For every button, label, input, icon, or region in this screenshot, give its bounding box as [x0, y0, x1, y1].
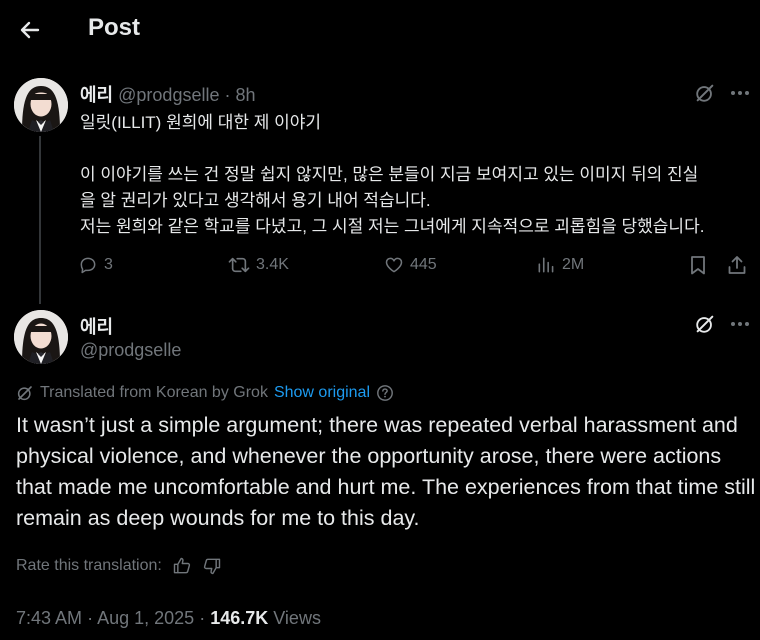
avatar[interactable] — [14, 310, 68, 364]
post-meta: 7:43 AM · Aug 1, 2025 · 146.7K Views — [16, 608, 321, 629]
views-count: 2M — [562, 256, 585, 273]
thread-line — [39, 136, 41, 304]
handle[interactable]: @prodgselle — [118, 85, 219, 105]
repost-button[interactable]: 3.4K — [228, 255, 289, 275]
separator: · — [224, 85, 231, 105]
separator: · — [87, 608, 98, 628]
repost-count: 3.4K — [256, 256, 289, 273]
views-icon — [536, 255, 556, 275]
views-button[interactable]: 2M — [536, 255, 584, 275]
grok-icon[interactable] — [692, 311, 718, 337]
views-label: Views — [273, 608, 321, 628]
grok-icon — [16, 384, 34, 402]
page-title: Post — [88, 14, 141, 41]
tweet-header: 에리 @prodgselle · 8h — [80, 81, 256, 107]
more-icon[interactable] — [727, 311, 753, 337]
tweet-line: 을 알 권리가 있다고 생각해서 용기 내어 적습니다. — [80, 191, 431, 210]
separator: · — [199, 608, 211, 628]
rate-label: Rate this translation: — [16, 557, 162, 574]
rate-translation: Rate this translation: — [16, 556, 222, 576]
share-icon[interactable] — [726, 254, 748, 276]
reply-count: 3 — [104, 256, 113, 273]
show-original-link[interactable]: Show original — [274, 384, 370, 402]
bookmark-icon[interactable] — [688, 254, 708, 276]
like-count: 445 — [410, 256, 437, 273]
timestamp[interactable]: 8h — [236, 85, 256, 105]
tweet-line: 저는 원희와 같은 학교를 다녔고, 그 시절 저는 그녀에게 지속적으로 괴롭… — [80, 217, 705, 236]
thumbs-up-icon[interactable] — [172, 556, 192, 576]
repost-icon — [228, 255, 250, 275]
tweet-text: It wasn’t just a simple argument; there … — [16, 413, 756, 530]
more-icon[interactable] — [727, 80, 753, 106]
info-icon[interactable] — [376, 384, 394, 402]
translation-notice: Translated from Korean by Grok Show orig… — [16, 384, 394, 402]
handle[interactable]: @prodgselle — [80, 340, 181, 361]
reply-button[interactable]: 3 — [78, 255, 113, 275]
like-button[interactable]: 445 — [384, 255, 437, 275]
display-name[interactable]: 에리 — [80, 85, 113, 105]
tweet-line: 일릿(ILLIT) 원희에 대한 제 이야기 — [80, 113, 321, 132]
reply-icon — [78, 255, 98, 275]
tweet-line: 이 이야기를 쓰는 건 정말 쉽지 않지만, 많은 분들이 지금 보여지고 있는… — [80, 165, 699, 184]
translated-label: Translated from Korean by Grok — [40, 384, 268, 401]
display-name[interactable]: 에리 — [80, 313, 113, 339]
back-arrow-icon[interactable] — [14, 14, 46, 46]
views-count: 146.7K — [210, 608, 269, 628]
post-time[interactable]: 7:43 AM — [16, 608, 82, 628]
avatar[interactable] — [14, 78, 68, 132]
thumbs-down-icon[interactable] — [202, 556, 222, 576]
tweet-text: 일릿(ILLIT) 원희에 대한 제 이야기 이 이야기를 쓰는 건 정말 쉽지… — [80, 110, 750, 240]
grok-icon[interactable] — [692, 80, 718, 106]
like-icon — [384, 255, 404, 275]
post-date[interactable]: Aug 1, 2025 — [97, 608, 194, 628]
